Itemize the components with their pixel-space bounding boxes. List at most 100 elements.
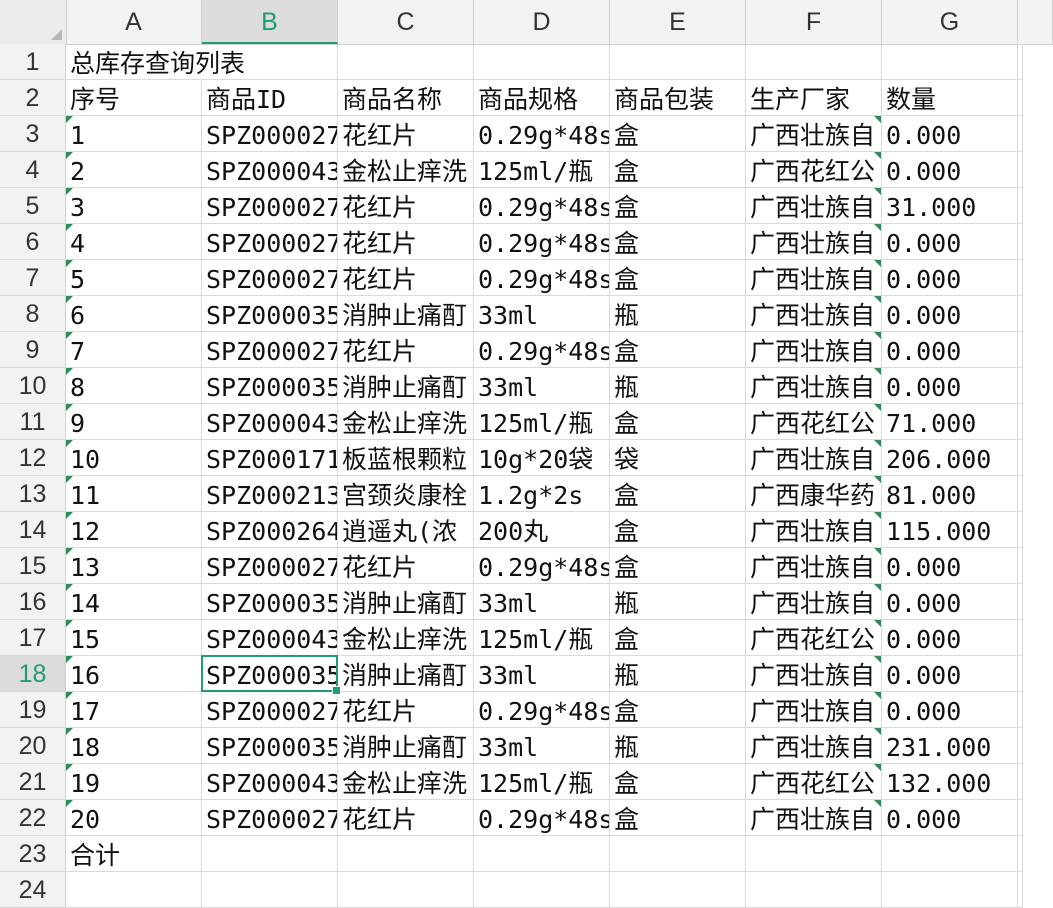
table-cell[interactable]: 16: [66, 656, 202, 692]
table-cell[interactable]: 0.000: [882, 224, 1018, 260]
table-cell[interactable]: 9: [66, 404, 202, 440]
table-cell[interactable]: 盒: [610, 620, 746, 656]
table-cell[interactable]: 盒: [610, 764, 746, 800]
row-header-23[interactable]: 23: [0, 836, 66, 872]
cell-empty[interactable]: [1018, 800, 1023, 836]
cell-empty[interactable]: [1018, 548, 1023, 584]
table-cell[interactable]: 14: [66, 584, 202, 620]
table-cell[interactable]: 广西花红公: [746, 764, 882, 800]
table-cell[interactable]: 盒: [610, 116, 746, 152]
table-cell[interactable]: 盒: [610, 260, 746, 296]
table-cell[interactable]: SPZ000171: [202, 440, 338, 476]
table-cell[interactable]: 206.000: [882, 440, 1018, 476]
table-cell[interactable]: 0.000: [882, 296, 1018, 332]
table-cell[interactable]: 盒: [610, 152, 746, 188]
cell-empty[interactable]: [66, 872, 202, 908]
row-header-22[interactable]: 22: [0, 800, 66, 836]
table-cell[interactable]: 0.000: [882, 116, 1018, 152]
table-cell[interactable]: 消肿止痛酊: [338, 584, 474, 620]
table-cell[interactable]: 广西花红公: [746, 404, 882, 440]
table-cell[interactable]: 花红片: [338, 116, 474, 152]
table-cell[interactable]: SPZ000027: [202, 224, 338, 260]
cell-empty[interactable]: [1018, 728, 1023, 764]
table-cell[interactable]: 花红片: [338, 224, 474, 260]
column-header-b[interactable]: B: [202, 0, 338, 44]
table-cell[interactable]: 盒: [610, 404, 746, 440]
table-cell[interactable]: 3: [66, 188, 202, 224]
table-cell[interactable]: 10g*20袋: [474, 440, 610, 476]
table-cell[interactable]: 广西壮族自: [746, 116, 882, 152]
cell-empty[interactable]: [1018, 692, 1023, 728]
table-cell[interactable]: SPZ000035: [202, 368, 338, 404]
table-cell[interactable]: 消肿止痛酊: [338, 296, 474, 332]
table-cell[interactable]: 17: [66, 692, 202, 728]
table-cell[interactable]: 33ml: [474, 368, 610, 404]
table-cell[interactable]: 消肿止痛酊: [338, 368, 474, 404]
table-cell[interactable]: SPZ000027: [202, 800, 338, 836]
table-cell[interactable]: 7: [66, 332, 202, 368]
table-cell[interactable]: 广西壮族自: [746, 800, 882, 836]
row-header-20[interactable]: 20: [0, 728, 66, 764]
table-cell[interactable]: SPZ000027: [202, 332, 338, 368]
cell-empty[interactable]: [1018, 404, 1023, 440]
table-header-cell[interactable]: 商品ID: [202, 80, 338, 116]
table-cell[interactable]: 瓶: [610, 584, 746, 620]
table-cell[interactable]: 13: [66, 548, 202, 584]
table-cell[interactable]: 0.29g*48s: [474, 548, 610, 584]
table-cell[interactable]: 15: [66, 620, 202, 656]
table-cell[interactable]: SPZ000027: [202, 116, 338, 152]
table-cell[interactable]: 0.29g*48s: [474, 188, 610, 224]
table-cell[interactable]: 广西康华药: [746, 476, 882, 512]
table-cell[interactable]: 231.000: [882, 728, 1018, 764]
cell-empty[interactable]: [1018, 764, 1023, 800]
table-cell[interactable]: 瓶: [610, 656, 746, 692]
table-cell[interactable]: 125ml/瓶: [474, 404, 610, 440]
table-cell[interactable]: 盒: [610, 188, 746, 224]
table-cell[interactable]: 0.000: [882, 332, 1018, 368]
table-cell[interactable]: 广西壮族自: [746, 728, 882, 764]
row-header-5[interactable]: 5: [0, 188, 66, 224]
cell-empty[interactable]: [610, 872, 746, 908]
table-cell[interactable]: 200丸: [474, 512, 610, 548]
table-cell[interactable]: 瓶: [610, 368, 746, 404]
row-header-17[interactable]: 17: [0, 620, 66, 656]
table-cell[interactable]: 1.2g*2s: [474, 476, 610, 512]
cell-empty[interactable]: [1018, 620, 1023, 656]
column-header-c[interactable]: C: [338, 0, 474, 44]
table-cell[interactable]: 盒: [610, 332, 746, 368]
cell-empty[interactable]: [338, 872, 474, 908]
row-header-21[interactable]: 21: [0, 764, 66, 800]
cell-empty[interactable]: [882, 872, 1018, 908]
table-cell[interactable]: 132.000: [882, 764, 1018, 800]
table-cell[interactable]: 33ml: [474, 584, 610, 620]
row-header-24[interactable]: 24: [0, 872, 66, 908]
row-header-14[interactable]: 14: [0, 512, 66, 548]
spreadsheet-grid[interactable]: A B C D E F G 1 总库存查询列表 2 序号 商品ID 商品名称 商品规格 商品包装 生产厂家 数量…: [0, 0, 1053, 908]
table-cell[interactable]: 33ml: [474, 728, 610, 764]
table-cell[interactable]: 125ml/瓶: [474, 764, 610, 800]
table-cell[interactable]: 11: [66, 476, 202, 512]
table-cell[interactable]: 0.29g*48s: [474, 260, 610, 296]
table-cell[interactable]: 广西壮族自: [746, 584, 882, 620]
cell-empty[interactable]: [1018, 152, 1023, 188]
table-cell[interactable]: 花红片: [338, 692, 474, 728]
table-cell[interactable]: 2: [66, 152, 202, 188]
cell-empty[interactable]: [1018, 368, 1023, 404]
cell-empty[interactable]: [1018, 80, 1023, 116]
table-cell[interactable]: SPZ000035: [202, 656, 338, 692]
table-cell[interactable]: 71.000: [882, 404, 1018, 440]
cell-empty[interactable]: [1018, 296, 1023, 332]
column-header-a[interactable]: A: [66, 0, 202, 44]
cell-empty[interactable]: [202, 836, 338, 872]
table-cell[interactable]: 广西壮族自: [746, 656, 882, 692]
table-cell[interactable]: 0.000: [882, 656, 1018, 692]
row-header-18[interactable]: 18: [0, 656, 66, 692]
cell-empty[interactable]: [882, 44, 1018, 80]
table-cell[interactable]: 广西壮族自: [746, 188, 882, 224]
table-cell[interactable]: SPZ000043: [202, 620, 338, 656]
table-cell[interactable]: 115.000: [882, 512, 1018, 548]
table-cell[interactable]: 瓶: [610, 296, 746, 332]
cell-empty[interactable]: [1018, 656, 1023, 692]
table-header-cell[interactable]: 数量: [882, 80, 1018, 116]
table-cell[interactable]: 广西壮族自: [746, 224, 882, 260]
